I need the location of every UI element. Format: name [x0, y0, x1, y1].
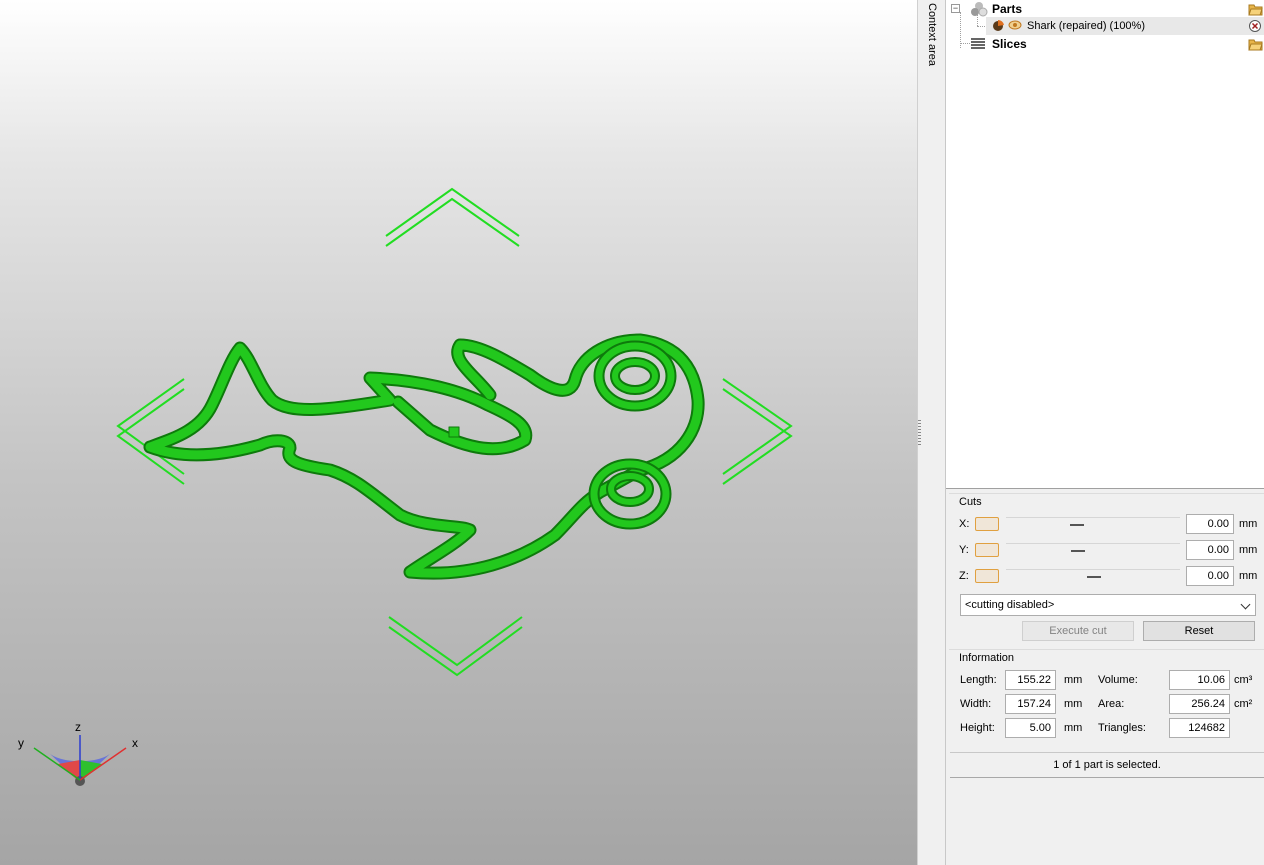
- cut-y-toggle[interactable]: [975, 543, 999, 557]
- cuts-title: Cuts: [959, 496, 982, 508]
- area-unit: cm²: [1234, 698, 1253, 710]
- width-unit: mm: [1064, 698, 1083, 710]
- slices-icon: [970, 37, 986, 57]
- tree-item-shark-label: Shark (repaired) (100%): [1027, 20, 1145, 32]
- cut-x-slider-handle[interactable]: [1070, 524, 1084, 526]
- height-value: 5.00: [1005, 718, 1056, 738]
- reset-button[interactable]: Reset: [1143, 621, 1255, 641]
- parts-tree[interactable]: − Parts Shark (repaired) (100%) Slices: [946, 0, 1264, 489]
- area-label: Area:: [1098, 698, 1125, 710]
- triangles-label: Triangles:: [1098, 722, 1146, 734]
- cut-y-slider[interactable]: [1006, 543, 1180, 544]
- axis-gizmo: [33, 735, 127, 786]
- execute-cut-button[interactable]: Execute cut: [1022, 621, 1134, 641]
- length-label: Length:: [960, 674, 997, 686]
- length-value: 155.22: [1005, 670, 1056, 690]
- cut-z-unit: mm: [1239, 570, 1258, 582]
- tree-item-slices-label: Slices: [992, 37, 1027, 51]
- volume-unit: cm³: [1234, 674, 1253, 686]
- open-folder-icon[interactable]: [1248, 37, 1263, 57]
- splitter-grip[interactable]: [918, 420, 921, 446]
- context-area-tab[interactable]: Context area: [917, 0, 946, 865]
- shark-model[interactable]: [143, 333, 705, 580]
- collapse-icon[interactable]: −: [951, 4, 960, 13]
- context-area-label: Context area: [926, 3, 938, 66]
- cutting-mode-value: <cutting disabled>: [965, 599, 1055, 611]
- cut-y-label: Y:: [959, 544, 969, 556]
- cut-x-slider[interactable]: [1006, 517, 1180, 518]
- selection-status: 1 of 1 part is selected.: [950, 752, 1264, 778]
- information-title: Information: [959, 652, 1015, 664]
- cut-z-slider-handle[interactable]: [1087, 576, 1101, 578]
- axis-label-y: y: [18, 736, 24, 750]
- volume-label: Volume:: [1098, 674, 1138, 686]
- cut-x-label: X:: [959, 518, 970, 530]
- cut-y-slider-handle[interactable]: [1071, 550, 1085, 552]
- cut-x-toggle[interactable]: [975, 517, 999, 531]
- tree-item-parts-label: Parts: [992, 2, 1023, 16]
- cut-z-slider[interactable]: [1006, 569, 1180, 570]
- cut-z-input[interactable]: 0.00: [1186, 566, 1234, 586]
- cut-y-input[interactable]: 0.00: [1186, 540, 1234, 560]
- cut-z-toggle[interactable]: [975, 569, 999, 583]
- tree-item-shark[interactable]: Shark (repaired) (100%): [986, 17, 1264, 35]
- cut-x-unit: mm: [1239, 518, 1258, 530]
- cutting-mode-select[interactable]: <cutting disabled>: [960, 594, 1256, 616]
- area-value: 256.24: [1169, 694, 1230, 714]
- 3d-viewport[interactable]: z x y: [0, 0, 917, 865]
- chevron-down-icon: [1240, 599, 1251, 610]
- cut-y-unit: mm: [1239, 544, 1258, 556]
- cut-x-input[interactable]: 0.00: [1186, 514, 1234, 534]
- cut-z-label: Z:: [959, 570, 969, 582]
- width-value: 157.24: [1005, 694, 1056, 714]
- width-label: Width:: [960, 698, 992, 710]
- volume-value: 10.06: [1169, 670, 1230, 690]
- axis-label-x: x: [132, 736, 138, 750]
- axis-label-z: z: [75, 720, 81, 734]
- tree-item-parts[interactable]: − Parts: [946, 0, 1264, 18]
- tree-item-slices[interactable]: Slices: [946, 35, 1264, 53]
- height-label: Height:: [960, 722, 995, 734]
- length-unit: mm: [1064, 674, 1083, 686]
- right-panel: − Parts Shark (repaired) (100%) Slices C…: [946, 0, 1264, 865]
- triangles-value: 124682: [1169, 718, 1230, 738]
- height-unit: mm: [1064, 722, 1083, 734]
- rotate-up-arrow[interactable]: [385, 187, 520, 237]
